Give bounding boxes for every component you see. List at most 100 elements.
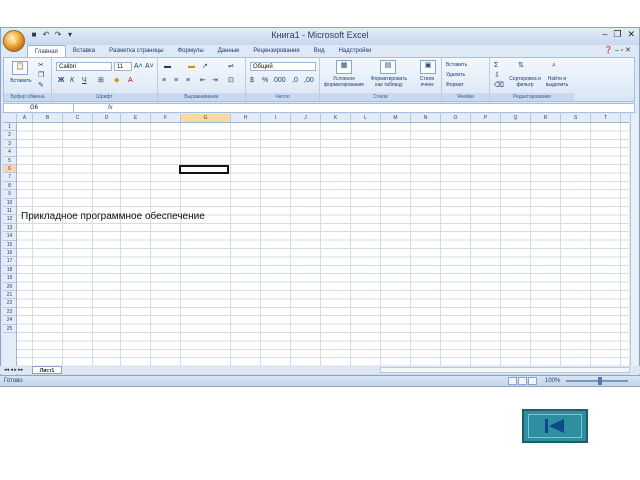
row-header[interactable]: 16: [3, 249, 16, 258]
copy-icon[interactable]: ❐: [38, 71, 44, 80]
orientation-icon[interactable]: ↗: [202, 62, 208, 71]
zoom-slider[interactable]: [566, 380, 628, 382]
format-table-icon[interactable]: ▤: [380, 60, 396, 74]
align-middle-icon[interactable]: ▬: [188, 62, 195, 71]
tab-data[interactable]: Данные: [211, 45, 247, 57]
column-header[interactable]: P: [471, 114, 501, 122]
column-header[interactable]: H: [231, 114, 261, 122]
merge-cells-icon[interactable]: ⊡: [228, 76, 234, 85]
active-cell[interactable]: [179, 165, 229, 175]
insert-cells-button[interactable]: Вставить: [446, 62, 467, 68]
column-header[interactable]: L: [351, 114, 381, 122]
sort-filter-button[interactable]: Сортировка и фильтр: [508, 76, 542, 88]
wrap-text-icon[interactable]: ⇌: [228, 62, 234, 71]
conditional-format-button[interactable]: Условное форматирование: [322, 76, 366, 88]
tab-page-layout[interactable]: Разметка страницы: [102, 45, 170, 57]
row-header[interactable]: 9: [3, 190, 16, 199]
thousands-icon[interactable]: 000: [274, 76, 286, 85]
row-header[interactable]: 15: [3, 241, 16, 249]
format-cells-button[interactable]: Формат: [446, 82, 464, 88]
currency-icon[interactable]: $: [250, 76, 254, 85]
increase-decimal-icon[interactable]: ,0: [292, 76, 298, 85]
column-header[interactable]: J: [291, 114, 321, 122]
column-header[interactable]: E: [121, 114, 151, 122]
column-header[interactable]: F: [151, 114, 181, 122]
align-left-icon[interactable]: ≡: [162, 76, 166, 85]
row-header[interactable]: 7: [3, 173, 16, 182]
row-header[interactable]: 24: [3, 316, 16, 325]
zoom-slider-thumb[interactable]: [598, 377, 602, 385]
row-header[interactable]: 21: [3, 291, 16, 300]
align-center-icon[interactable]: ≡: [174, 76, 178, 85]
row-header[interactable]: 10: [3, 199, 16, 207]
paste-icon[interactable]: 📋: [12, 61, 28, 75]
decrease-indent-icon[interactable]: ⇤: [200, 76, 206, 85]
percent-icon[interactable]: %: [262, 76, 268, 85]
column-header[interactable]: N: [411, 114, 441, 122]
row-header[interactable]: 25: [3, 325, 16, 333]
shrink-font-icon[interactable]: A˅: [145, 62, 154, 71]
delete-cells-button[interactable]: Удалить: [446, 72, 465, 78]
cell-styles-icon[interactable]: ▣: [420, 60, 436, 74]
number-format-select[interactable]: Общий: [250, 62, 316, 71]
column-header[interactable]: B: [33, 114, 63, 122]
column-header[interactable]: R: [531, 114, 561, 122]
page-break-view-icon[interactable]: [528, 377, 537, 385]
row-header[interactable]: 5: [3, 157, 16, 165]
tab-insert[interactable]: Вставка: [66, 45, 102, 57]
cut-icon[interactable]: ✂: [38, 61, 44, 70]
maximize-button[interactable]: ❐: [613, 29, 621, 40]
column-header[interactable]: I: [261, 114, 291, 122]
zoom-level[interactable]: 100%: [545, 376, 560, 386]
conditional-format-icon[interactable]: ▦: [336, 60, 352, 74]
sort-filter-icon[interactable]: ⇅: [518, 61, 524, 70]
worksheet-grid[interactable]: ABCDEFGHIJKLMNOPQRST 1 2 3 4 5 6 7 8 9 10 11 12 13 14…: [3, 114, 629, 386]
column-header[interactable]: T: [591, 114, 621, 122]
tab-addins[interactable]: Надстройки: [332, 45, 379, 57]
row-header[interactable]: 3: [3, 140, 16, 149]
cell-styles-button[interactable]: Стили ячеек: [414, 76, 440, 88]
row-header[interactable]: 18: [3, 266, 16, 275]
help-icon[interactable]: ❓ – ▫ ✕: [604, 46, 631, 54]
column-header[interactable]: A: [17, 114, 33, 122]
row-header[interactable]: 11: [3, 207, 16, 216]
paste-button[interactable]: Вставить: [6, 78, 36, 84]
tab-review[interactable]: Рецензирование: [246, 45, 306, 57]
clear-icon[interactable]: ⌫: [494, 81, 504, 90]
sheet-tab-active[interactable]: Лист1: [32, 366, 62, 374]
row-header[interactable]: 20: [3, 283, 16, 291]
row-header[interactable]: 17: [3, 257, 16, 266]
column-header[interactable]: K: [321, 114, 351, 122]
font-color-icon[interactable]: A: [128, 76, 133, 85]
align-right-icon[interactable]: ≡: [186, 76, 190, 85]
font-size-select[interactable]: 11: [114, 62, 132, 71]
minimize-button[interactable]: –: [602, 29, 607, 40]
column-header[interactable]: Q: [501, 114, 531, 122]
vertical-scrollbar[interactable]: [630, 114, 638, 386]
tab-formulas[interactable]: Формулы: [171, 45, 211, 57]
increase-indent-icon[interactable]: ⇥: [212, 76, 218, 85]
page-layout-view-icon[interactable]: [518, 377, 527, 385]
row-header[interactable]: 2: [3, 131, 16, 140]
borders-icon[interactable]: ⊞: [98, 76, 104, 85]
align-top-icon[interactable]: ▬: [164, 62, 171, 71]
row-header[interactable]: 14: [3, 232, 16, 241]
row-header[interactable]: 22: [3, 299, 16, 308]
row-header[interactable]: 12: [3, 215, 16, 224]
close-button[interactable]: ✕: [627, 29, 635, 40]
grow-font-icon[interactable]: A˄: [134, 62, 143, 71]
office-button[interactable]: ☼: [3, 30, 25, 52]
font-name-select[interactable]: Calibri: [56, 62, 112, 71]
column-header[interactable]: O: [441, 114, 471, 122]
format-table-button[interactable]: Форматировать как таблицу: [368, 76, 410, 88]
row-header[interactable]: 23: [3, 308, 16, 317]
column-header[interactable]: S: [561, 114, 591, 122]
column-header[interactable]: G: [181, 114, 231, 122]
row-header[interactable]: 1: [3, 123, 16, 132]
tab-view[interactable]: Вид: [307, 45, 332, 57]
column-header[interactable]: M: [381, 114, 411, 122]
row-header[interactable]: 19: [3, 274, 16, 283]
fill-icon[interactable]: ⇩: [494, 71, 500, 80]
italic-icon[interactable]: К: [70, 76, 74, 85]
back-to-start-button[interactable]: [522, 409, 588, 443]
